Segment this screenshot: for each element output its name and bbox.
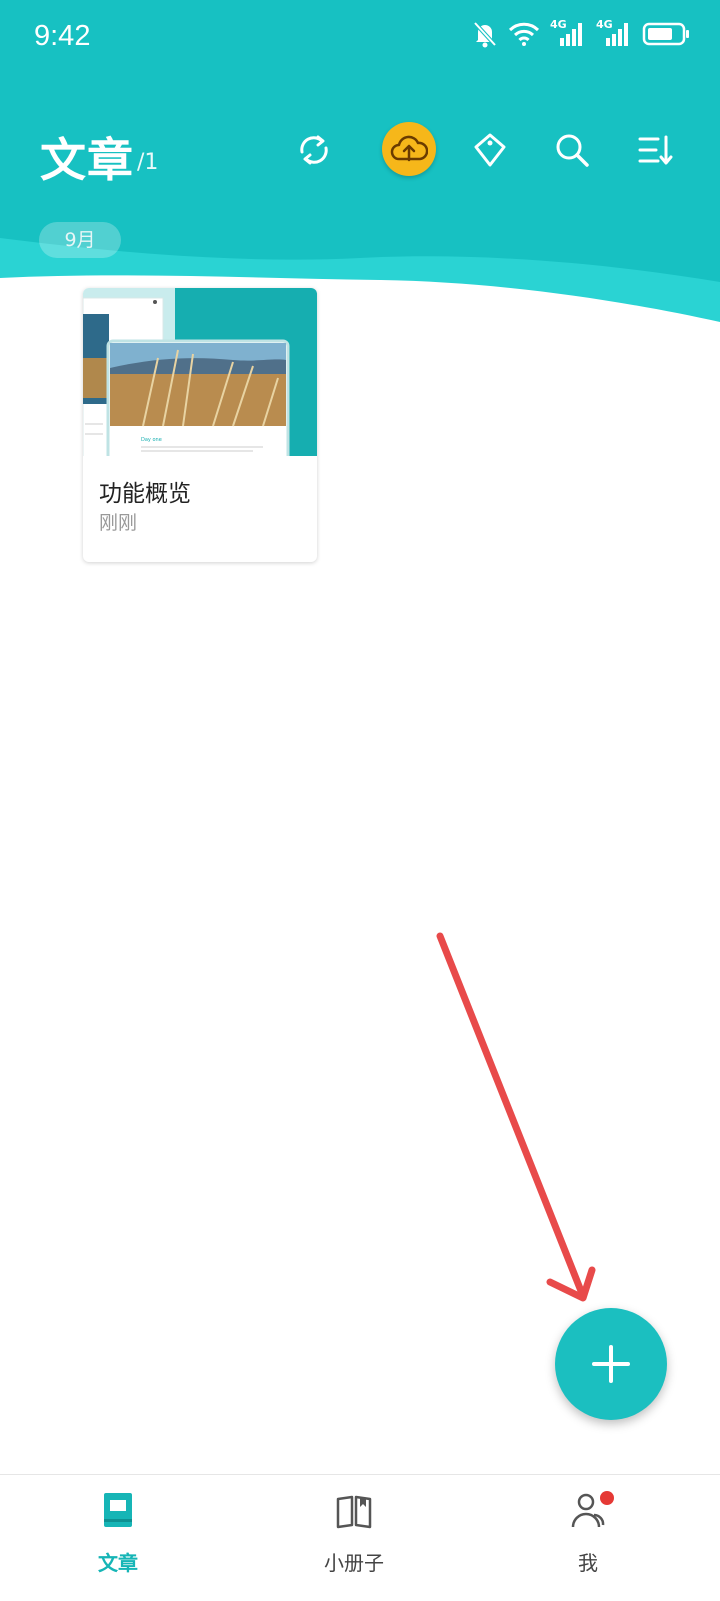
header-bar: 文章 /1 [0,118,720,188]
bell-off-icon [473,21,497,48]
status-icons: 4G 4G [472,18,690,48]
article-title: 功能概览 [99,481,191,507]
plus-icon [592,1345,630,1383]
status-time: 9:42 [34,20,91,52]
cloud-upload-button[interactable] [382,122,436,176]
sort-icon [638,135,673,165]
article-card[interactable]: Day one 功能概览 刚刚 [83,288,317,562]
wifi-icon [508,22,540,46]
search-icon [556,134,589,167]
tab-articles-label: 文章 [98,1551,138,1575]
cell-signal-2-icon: 4G [596,18,632,48]
add-article-button[interactable] [555,1308,667,1420]
article-icon [104,1493,132,1527]
sync-icon [300,135,328,165]
battery-icon [642,22,689,46]
status-bar: 9:42 4G 4G [0,0,720,76]
tab-booklets[interactable]: 小册子 [294,1489,414,1589]
search-button[interactable] [550,128,594,172]
month-chip: 9月 [39,222,121,258]
preview-heading: Day one [141,437,162,443]
tab-me-label: 我 [578,1551,598,1575]
article-count: /1 [137,150,159,175]
article-time: 刚刚 [99,512,138,534]
sync-button[interactable] [292,128,336,172]
tab-booklets-label: 小册子 [324,1551,384,1575]
tag-button[interactable] [468,128,512,172]
book-icon [336,1495,372,1529]
tab-me[interactable]: 我 [528,1489,648,1589]
article-thumbnail: Day one [83,288,317,456]
tag-icon [474,133,506,167]
cell-signal-1-icon: 4G [550,18,586,48]
bottom-tab-bar: 文章 小册子 我 [0,1474,720,1601]
notification-badge [600,1491,614,1505]
sort-button[interactable] [632,128,676,172]
page-title: 文章 [40,133,134,187]
tab-articles[interactable]: 文章 [58,1489,178,1589]
cloud-upload-icon [390,135,428,162]
